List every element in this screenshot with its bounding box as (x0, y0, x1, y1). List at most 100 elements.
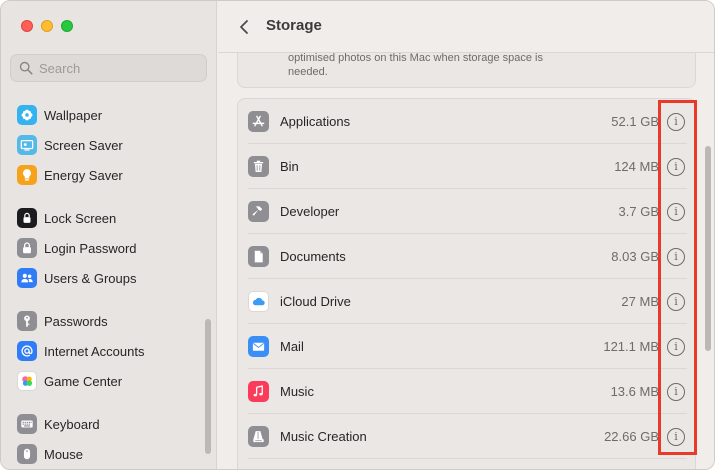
sidebar-list: Wallpaper Screen Saver Energy Saver Lock… (1, 89, 217, 469)
storage-categories-list: Applications 52.1 GB i Bin 124 MB i Deve… (237, 98, 697, 469)
row-divider (248, 458, 687, 459)
storage-row-size: 121.1 MB (603, 339, 659, 354)
sidebar-item-label: Passwords (44, 313, 108, 329)
storage-row-icloud-drive: iCloud Drive 27 MB i (238, 279, 697, 324)
hammer-icon (248, 201, 269, 222)
storage-row-name: Documents (280, 249, 346, 264)
info-button[interactable]: i (667, 202, 685, 221)
sidebar-item-label: Screen Saver (44, 137, 123, 153)
info-icon: i (674, 340, 678, 353)
info-button[interactable]: i (667, 292, 685, 311)
sidebar-item-game-center[interactable]: Game Center (17, 368, 202, 394)
sidebar-item-internet-accounts[interactable]: Internet Accounts (17, 338, 202, 364)
search-field[interactable] (10, 54, 207, 82)
icloud-icon (248, 291, 269, 312)
storage-row-size: 27 MB (621, 294, 659, 309)
energy-saver-icon (17, 165, 37, 185)
sidebar-item-label: Keyboard (44, 416, 100, 432)
storage-row-name: iCloud Drive (280, 294, 351, 309)
storage-row-applications: Applications 52.1 GB i (238, 99, 697, 144)
keyboard-icon (17, 414, 37, 434)
storage-row-size: 124 MB (614, 159, 659, 174)
storage-row-size: 22.66 GB (604, 429, 659, 444)
screen-saver-icon (17, 135, 37, 155)
sidebar-item-wallpaper[interactable]: Wallpaper (17, 102, 202, 128)
lock-icon (17, 238, 37, 258)
sidebar-item-label: Lock Screen (44, 210, 117, 226)
storage-row-name: Mail (280, 339, 304, 354)
storage-row-name: Bin (280, 159, 299, 174)
search-input[interactable] (39, 60, 199, 76)
info-icon: i (674, 160, 678, 173)
storage-row-bin: Bin 124 MB i (238, 144, 697, 189)
toolbar: Storage (218, 1, 714, 53)
info-button[interactable]: i (667, 247, 685, 266)
info-icon: i (674, 295, 678, 308)
sidebar-item-login-password[interactable]: Login Password (17, 235, 202, 261)
sidebar-item-screen-saver[interactable]: Screen Saver (17, 132, 202, 158)
storage-row-size: 8.03 GB (611, 249, 659, 264)
back-button[interactable] (234, 15, 254, 39)
info-button[interactable]: i (667, 427, 685, 446)
info-icon: i (674, 430, 678, 443)
optimise-storage-description: optimised photos on this Mac when storag… (288, 52, 543, 78)
close-button[interactable] (21, 20, 33, 32)
sidebar-item-label: Energy Saver (44, 167, 123, 183)
at-icon (17, 341, 37, 361)
info-button[interactable]: i (667, 382, 685, 401)
sidebar-item-passwords[interactable]: Passwords (17, 308, 202, 334)
storage-row-name: Music (280, 384, 314, 399)
storage-row-music-creation: Music Creation 22.66 GB i (238, 414, 697, 459)
lock-screen-icon (17, 208, 37, 228)
sidebar-item-label: Game Center (44, 373, 123, 389)
zoom-button[interactable] (61, 20, 73, 32)
info-button[interactable]: i (667, 337, 685, 356)
storage-row-mail: Mail 121.1 MB i (238, 324, 697, 369)
system-settings-window: Wallpaper Screen Saver Energy Saver (0, 0, 715, 470)
info-icon: i (674, 115, 678, 128)
storage-row-name: Developer (280, 204, 340, 219)
sidebar-item-label: Users & Groups (44, 270, 137, 286)
storage-row-music: Music 13.6 MB i (238, 369, 697, 414)
sidebar-item-label: Mouse (44, 446, 84, 462)
chevron-left-icon (240, 20, 248, 34)
key-icon (17, 311, 37, 331)
sidebar-item-label: Internet Accounts (44, 343, 145, 359)
storage-row-documents: Documents 8.03 GB i (238, 234, 697, 279)
sidebar: Wallpaper Screen Saver Energy Saver (1, 1, 217, 469)
storage-row-name: Applications (280, 114, 351, 129)
wallpaper-icon (17, 105, 37, 125)
music-creation-icon (248, 426, 269, 447)
mail-icon (248, 336, 269, 357)
music-icon (248, 381, 269, 402)
game-center-icon (17, 371, 37, 391)
sidebar-item-label: Wallpaper (44, 107, 103, 123)
sidebar-item-mouse[interactable]: Mouse (17, 441, 202, 467)
page-title: Storage (266, 17, 322, 34)
storage-row-size: 3.7 GB (618, 204, 659, 219)
info-icon: i (674, 205, 678, 218)
bin-icon (248, 156, 269, 177)
search-icon (19, 61, 33, 75)
window-controls (21, 20, 73, 32)
users-icon (17, 268, 37, 288)
document-icon (248, 246, 269, 267)
storage-row-developer: Developer 3.7 GB i (238, 189, 697, 234)
sidebar-scrollbar[interactable] (205, 319, 211, 454)
sidebar-item-keyboard[interactable]: Keyboard (17, 411, 202, 437)
main-scrollbar[interactable] (705, 146, 711, 351)
main-pane: optimised photos on this Mac when storag… (218, 1, 714, 469)
sidebar-item-users-groups[interactable]: Users & Groups (17, 265, 202, 291)
applications-icon (248, 111, 269, 132)
storage-row-size: 52.1 GB (611, 114, 659, 129)
sidebar-item-lock-screen[interactable]: Lock Screen (17, 205, 202, 231)
sidebar-item-energy-saver[interactable]: Energy Saver (17, 162, 202, 188)
sidebar-item-label: Login Password (44, 240, 137, 256)
info-icon: i (674, 250, 678, 263)
minimize-button[interactable] (41, 20, 53, 32)
mouse-icon (17, 444, 37, 464)
storage-row-name: Music Creation (280, 429, 367, 444)
info-icon: i (674, 385, 678, 398)
info-button[interactable]: i (667, 112, 685, 131)
info-button[interactable]: i (667, 157, 685, 176)
